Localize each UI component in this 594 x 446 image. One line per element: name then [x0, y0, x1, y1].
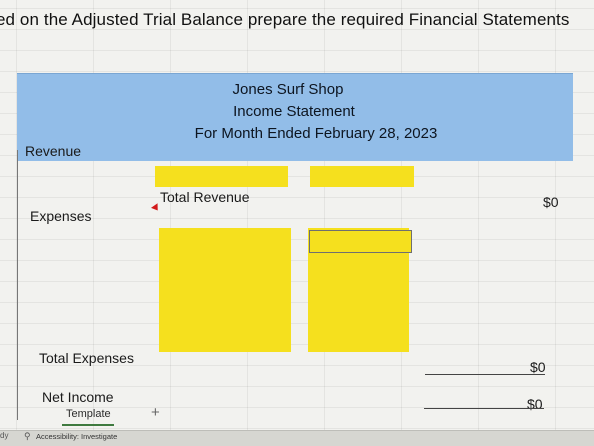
net-income-underline	[424, 408, 544, 409]
total-revenue-value[interactable]: $0	[543, 194, 559, 210]
status-text: dy	[0, 431, 9, 440]
statement-header[interactable]: Jones Surf Shop Income Statement For Mon…	[17, 73, 573, 161]
active-tab-indicator	[62, 424, 114, 426]
statement-period: For Month Ended February 28, 2023	[194, 125, 438, 142]
total-expenses-label[interactable]: Total Expenses	[39, 350, 134, 366]
total-expenses-value[interactable]: $0	[530, 359, 546, 375]
net-income-value[interactable]: $0	[527, 396, 543, 412]
instruction-text: ed on the Adjusted Trial Balance prepare…	[0, 10, 570, 29]
selected-cell[interactable]	[309, 230, 412, 253]
revenue-amount-cell[interactable]	[310, 166, 414, 187]
net-income-label[interactable]: Net Income	[42, 389, 114, 405]
total-expenses-underline	[425, 374, 545, 375]
expense-account-cells[interactable]	[159, 228, 291, 352]
revenue-label[interactable]: Revenue	[25, 143, 81, 159]
total-revenue-label[interactable]: Total Revenue	[160, 189, 250, 205]
accessibility-icon[interactable]: ⚲	[24, 431, 31, 442]
add-sheet-button[interactable]: +	[151, 404, 160, 421]
statement-title: Income Statement	[233, 103, 355, 120]
expenses-label[interactable]: Expenses	[30, 208, 91, 224]
sheet-tab-template[interactable]: Template	[66, 408, 111, 420]
company-name: Jones Surf Shop	[232, 81, 344, 98]
accessibility-status[interactable]: Accessibility: Investigate	[36, 432, 117, 441]
column-divider	[17, 150, 18, 420]
revenue-account-cell[interactable]	[155, 166, 288, 187]
